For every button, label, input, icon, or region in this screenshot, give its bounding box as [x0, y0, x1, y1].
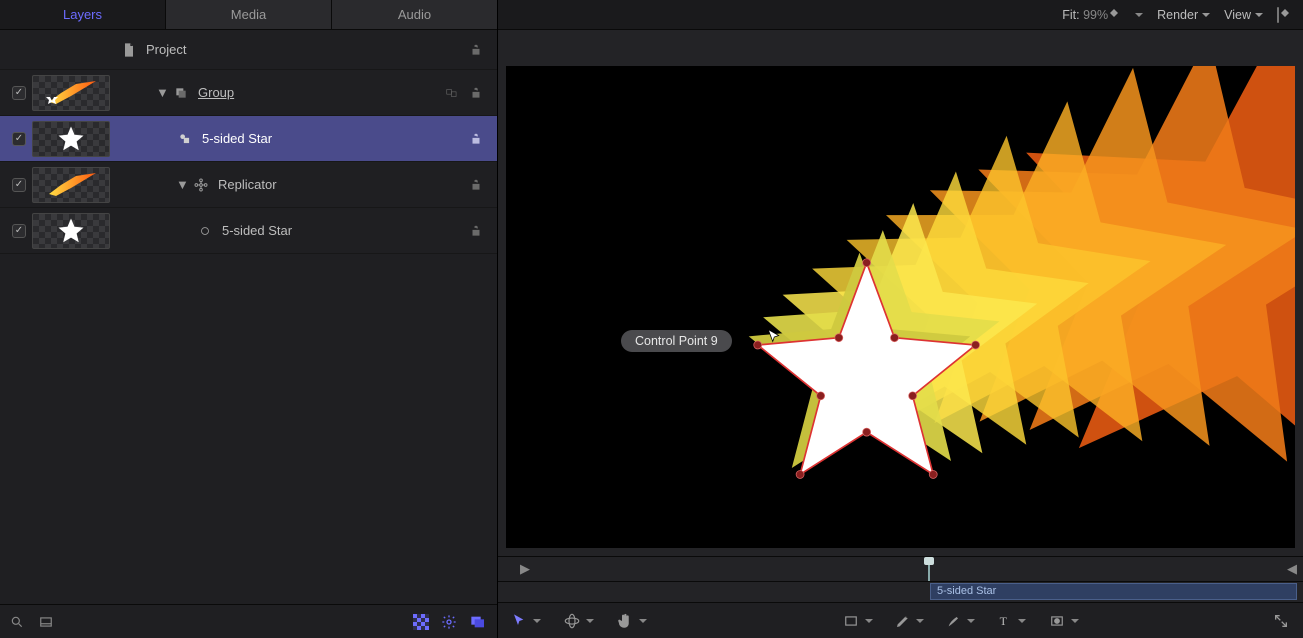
select-tool[interactable]	[512, 613, 541, 629]
lock-icon[interactable]	[465, 43, 487, 57]
search-icon[interactable]	[10, 615, 24, 629]
lock-icon[interactable]	[465, 224, 487, 238]
left-panel: Layers Media Audio Project ✓	[0, 0, 498, 638]
panel-tabs: Layers Media Audio	[0, 0, 497, 30]
3d-transform-tool[interactable]	[563, 612, 594, 630]
svg-text:T: T	[999, 614, 1007, 628]
lock-icon[interactable]	[465, 86, 487, 100]
stack-icon[interactable]	[469, 614, 487, 630]
view-menu[interactable]: View	[1224, 8, 1263, 22]
canvas-artwork	[506, 66, 1295, 548]
tab-media[interactable]: Media	[166, 0, 332, 29]
document-icon	[120, 41, 138, 59]
timeline-clip[interactable]: 5-sided Star	[930, 583, 1297, 600]
layer-label: Group	[198, 85, 234, 100]
canvas-wrap: Control Point 9	[498, 30, 1303, 556]
control-point-tooltip: Control Point 9	[621, 330, 732, 352]
left-bottom-bar	[0, 604, 497, 638]
layer-thumbnail	[32, 75, 110, 111]
checker-icon[interactable]	[413, 614, 429, 630]
right-panel: Fit: 99% Render View	[498, 0, 1303, 638]
layer-label: 5-sided Star	[202, 131, 272, 146]
canvas-toolbar: T	[498, 602, 1303, 638]
disclosure-triangle-icon[interactable]: ▼	[176, 177, 188, 192]
out-marker-icon[interactable]: ◀	[1287, 561, 1297, 577]
layer-thumbnail	[32, 213, 110, 249]
visibility-checkbox[interactable]: ✓	[6, 132, 32, 146]
layer-label: 5-sided Star	[222, 223, 292, 238]
mini-timeline-ruler[interactable]: ▶ ◀	[498, 556, 1303, 582]
project-label: Project	[146, 42, 186, 57]
playhead[interactable]	[928, 559, 930, 581]
in-marker-icon[interactable]: ▶	[520, 561, 530, 577]
pan-tool[interactable]	[616, 612, 647, 630]
expand-icon[interactable]	[1273, 613, 1289, 629]
lock-icon[interactable]	[465, 178, 487, 192]
row-star-child[interactable]: ✓ 5-sided Star	[0, 208, 497, 254]
row-project[interactable]: Project	[0, 30, 497, 70]
visibility-checkbox[interactable]: ✓	[6, 178, 32, 192]
visibility-checkbox[interactable]: ✓	[6, 224, 32, 238]
gear-icon[interactable]	[441, 614, 457, 630]
panel-icon[interactable]	[38, 615, 54, 629]
app-root: Layers Media Audio Project ✓	[0, 0, 1303, 638]
stack-icon	[172, 84, 190, 102]
text-tool[interactable]: T	[997, 613, 1026, 629]
replicator-icon	[192, 176, 210, 194]
tab-layers[interactable]: Layers	[0, 0, 166, 29]
lock-icon[interactable]	[465, 132, 487, 146]
layer-thumbnail	[32, 121, 110, 157]
pen-tool[interactable]	[895, 613, 924, 629]
row-star-selected[interactable]: ✓ 5-sided Star	[0, 116, 497, 162]
link-icon[interactable]	[443, 86, 461, 100]
mini-timeline-clipbar: 5-sided Star	[498, 582, 1303, 602]
layer-thumbnail	[32, 167, 110, 203]
rectangle-tool[interactable]	[842, 614, 873, 628]
row-replicator[interactable]: ✓ ▼ Replicator	[0, 162, 497, 208]
layer-label: Replicator	[218, 177, 277, 192]
cursor-icon	[766, 328, 784, 346]
shape-icon	[176, 130, 194, 148]
disclosure-triangle-icon[interactable]: ▼	[156, 85, 168, 100]
layers-list: Project ✓ ▼ Group	[0, 30, 497, 604]
row-group[interactable]: ✓ ▼ Group	[0, 70, 497, 116]
circle-outline-icon	[196, 222, 214, 240]
tab-audio[interactable]: Audio	[332, 0, 497, 29]
mask-tool[interactable]	[1048, 614, 1079, 628]
visibility-checkbox[interactable]: ✓	[6, 86, 32, 100]
fit-control[interactable]: Fit: 99%	[1062, 7, 1118, 22]
render-menu[interactable]: Render	[1157, 8, 1210, 22]
channel-swatch-menu[interactable]	[1277, 7, 1289, 22]
canvas[interactable]: Control Point 9	[506, 66, 1295, 548]
color-swatch-menu[interactable]	[1132, 8, 1143, 22]
paint-tool[interactable]	[946, 613, 975, 629]
canvas-topbar: Fit: 99% Render View	[498, 0, 1303, 30]
